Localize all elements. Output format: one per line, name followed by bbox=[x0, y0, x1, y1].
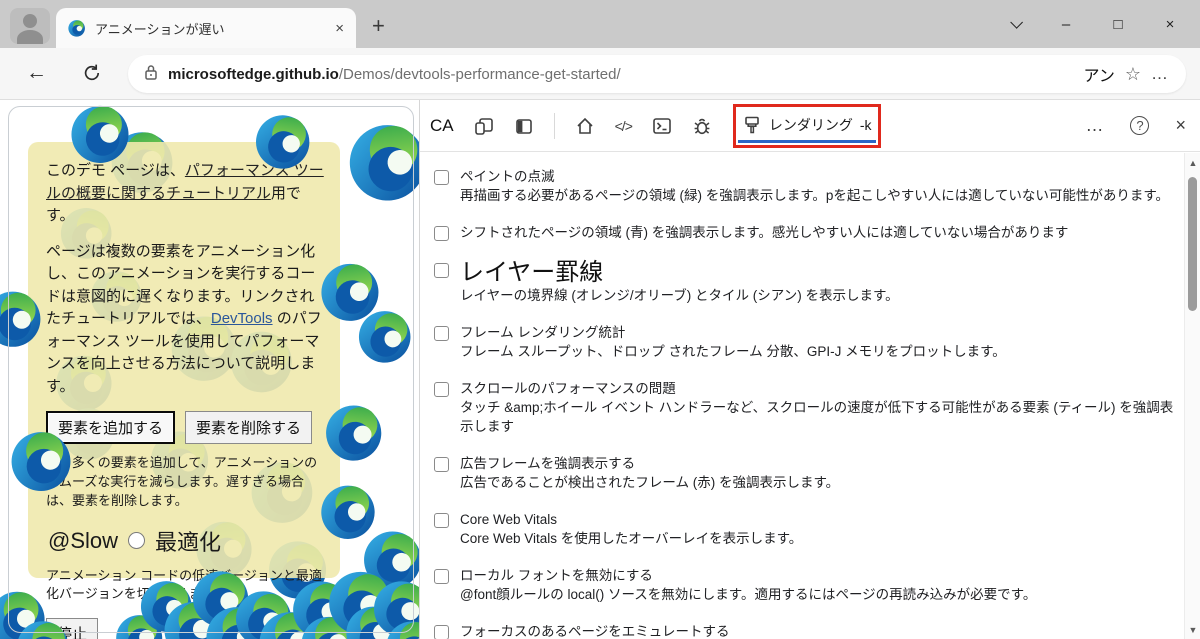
edge-logo-icon bbox=[251, 108, 317, 174]
devtools-link[interactable]: DevTools bbox=[211, 310, 273, 327]
browser-titlebar: アニメーションが遅い × + – □ × bbox=[0, 0, 1200, 48]
option-title: 広告フレームを強調表示する bbox=[460, 454, 839, 473]
favorite-star-icon[interactable]: ☆ bbox=[1125, 64, 1141, 85]
maximize-button[interactable]: □ bbox=[1110, 16, 1126, 33]
remove-elements-button[interactable]: 要素を削除する bbox=[185, 411, 312, 444]
toolbar-separator bbox=[554, 113, 555, 139]
url-text: microsoftedge.github.io/Demos/devtools-p… bbox=[168, 66, 1073, 83]
new-tab-button[interactable]: + bbox=[372, 13, 385, 39]
elements-icon[interactable]: </> bbox=[615, 118, 632, 134]
option-highlight-ad-frames: 広告フレームを強調表示する 広告であることが検出されたフレーム (赤) を強調表… bbox=[434, 454, 1176, 492]
chevron-down-icon[interactable] bbox=[1006, 16, 1022, 33]
option-layer-borders: レイヤー罫線 レイヤーの境界線 (オレンジ/オリーブ) とタイル (シアン) を… bbox=[434, 260, 1176, 305]
rendering-options-list: ペイントの点滅 再描画する必要があるページの領域 (緑) を強調表示します。pを… bbox=[420, 153, 1184, 639]
add-remove-hint: より多くの要素を追加して、アニメーションのスムーズな実行を減らします。遅すぎる場… bbox=[46, 454, 324, 511]
option-desc: @font顔ルールの local() ソースを無効にします。適用するにはページの… bbox=[460, 585, 1036, 604]
option-emulate-focused-page: フォーカスのあるページをエミュレートする フォーカスのあるページをエミュレートし… bbox=[434, 622, 1176, 639]
checkbox[interactable] bbox=[434, 226, 449, 241]
devtools-close-icon[interactable]: × bbox=[1175, 115, 1186, 136]
home-icon[interactable] bbox=[575, 116, 595, 136]
url-bar[interactable]: microsoftedge.github.io/Demos/devtools-p… bbox=[128, 55, 1186, 93]
checkbox[interactable] bbox=[434, 513, 449, 528]
avatar-icon bbox=[23, 14, 37, 28]
toolbar-left-label[interactable]: CA bbox=[430, 116, 454, 136]
option-desc: タッチ &amp;ホイール イベント ハンドラーなど、スクロールの速度が低下する… bbox=[460, 398, 1176, 436]
minimize-button[interactable]: – bbox=[1058, 16, 1074, 33]
rendering-tab-label: レンダリング bbox=[769, 115, 853, 135]
checkbox[interactable] bbox=[434, 382, 449, 397]
option-title: フォーカスのあるページをエミュレートする bbox=[460, 622, 755, 639]
edge-logo-icon bbox=[68, 19, 86, 37]
rendering-tab-suffix: -k bbox=[860, 117, 872, 133]
refresh-button[interactable] bbox=[82, 63, 102, 88]
scrollbar[interactable]: ▲ ▼ bbox=[1184, 153, 1200, 639]
checkbox[interactable] bbox=[434, 569, 449, 584]
profile-badge[interactable]: アン bbox=[1083, 62, 1114, 86]
checkbox[interactable] bbox=[434, 263, 449, 278]
demo-note-panel: このデモ ページは、パフォーマンス ツールの概要に関するチュートリアル用です。 … bbox=[28, 142, 340, 578]
option-title: スクロールのパフォーマンスの問題 bbox=[460, 379, 1176, 398]
paint-brush-icon bbox=[742, 115, 762, 135]
checkbox[interactable] bbox=[434, 457, 449, 472]
option-title: Core Web Vitals bbox=[460, 510, 802, 529]
edge-logo-icon bbox=[65, 100, 137, 169]
option-disable-local-fonts: ローカル フォントを無効にする @font顔ルールの local() ソースを無… bbox=[434, 566, 1176, 604]
tab-title: アニメーションが遅い bbox=[95, 19, 326, 38]
option-title: ペイントの点滅 bbox=[460, 167, 1169, 186]
browser-navbar: ← microsoftedge.github.io/Demos/devtools… bbox=[0, 48, 1200, 100]
edge-logo-icon bbox=[322, 399, 388, 465]
console-icon[interactable] bbox=[652, 116, 672, 136]
devtools-panel: CA </> レンダリング -k … ? × bbox=[419, 100, 1200, 639]
option-frame-rendering-stats: フレーム レンダリング統計 フレーム スループット、ドロップ されたフレーム 分… bbox=[434, 323, 1176, 361]
scroll-down-icon[interactable]: ▼ bbox=[1185, 625, 1200, 635]
slow-radio-label[interactable]: @Slow bbox=[48, 528, 118, 554]
option-title: フレーム レンダリング統計 bbox=[460, 323, 1006, 342]
description-paragraph: ページは複数の要素をアニメーション化し、このアニメーションを実行するコードは意図… bbox=[46, 241, 324, 399]
option-desc: Core Web Vitals を使用したオーバーレイを表示します。 bbox=[460, 529, 802, 548]
help-icon[interactable]: ? bbox=[1130, 116, 1149, 135]
option-core-web-vitals: Core Web Vitals Core Web Vitals を使用したオーバ… bbox=[434, 510, 1176, 548]
browser-tab[interactable]: アニメーションが遅い × bbox=[56, 8, 356, 48]
edge-logo-icon bbox=[344, 116, 419, 206]
scrollbar-thumb[interactable] bbox=[1188, 177, 1197, 311]
optimized-radio-label[interactable]: 最適化 bbox=[155, 525, 221, 557]
checkbox[interactable] bbox=[434, 326, 449, 341]
option-desc: レイヤーの境界線 (オレンジ/オリーブ) とタイル (シアン) を表示します。 bbox=[460, 286, 899, 305]
window-controls: – □ × bbox=[1006, 0, 1200, 48]
bug-icon[interactable] bbox=[692, 116, 712, 136]
edge-logo-icon bbox=[0, 288, 44, 348]
option-title: レイヤー罫線 bbox=[460, 260, 899, 286]
close-tab-icon[interactable]: × bbox=[335, 20, 344, 37]
close-window-button[interactable]: × bbox=[1162, 16, 1178, 33]
option-paint-flashing: ペイントの点滅 再描画する必要があるページの領域 (緑) を強調表示します。pを… bbox=[434, 167, 1176, 205]
demo-page: このデモ ページは、パフォーマンス ツールの概要に関するチュートリアル用です。 … bbox=[0, 100, 419, 639]
edge-logo-icon bbox=[354, 304, 419, 369]
option-scrolling-performance: スクロールのパフォーマンスの問題 タッチ &amp;ホイール イベント ハンドラ… bbox=[434, 379, 1176, 436]
tab-rendering[interactable]: レンダリング -k bbox=[736, 107, 878, 145]
lock-icon bbox=[144, 64, 158, 85]
option-desc: 再描画する必要があるページの領域 (緑) を強調表示します。pを起こしやすい人に… bbox=[460, 186, 1169, 205]
checkbox[interactable] bbox=[434, 170, 449, 185]
option-layout-shift: シフトされたページの領域 (青) を強調表示します。感光しやすい人には適していな… bbox=[434, 223, 1176, 242]
edge-logo-icon bbox=[4, 422, 80, 498]
checkbox[interactable] bbox=[434, 625, 449, 639]
back-button[interactable]: ← bbox=[26, 61, 47, 85]
url-more-icon[interactable]: … bbox=[1151, 64, 1170, 84]
option-desc: 広告であることが検出されたフレーム (赤) を強調表示します。 bbox=[460, 473, 839, 492]
option-desc: フレーム スループット、ドロップ されたフレーム 分散、GPI-J メモリをプロ… bbox=[460, 342, 1006, 361]
option-desc: シフトされたページの領域 (青) を強調表示します。感光しやすい人には適していな… bbox=[460, 223, 1068, 242]
profile-avatar[interactable] bbox=[10, 8, 50, 44]
devtools-toolbar: CA </> レンダリング -k … ? × bbox=[420, 100, 1200, 152]
option-title: ローカル フォントを無効にする bbox=[460, 566, 1036, 585]
device-emulation-icon[interactable] bbox=[474, 116, 494, 136]
optimized-radio[interactable] bbox=[128, 532, 145, 549]
scroll-up-icon[interactable]: ▲ bbox=[1185, 158, 1200, 168]
dock-side-icon[interactable] bbox=[514, 116, 534, 136]
devtools-more-icon[interactable]: … bbox=[1085, 115, 1104, 136]
